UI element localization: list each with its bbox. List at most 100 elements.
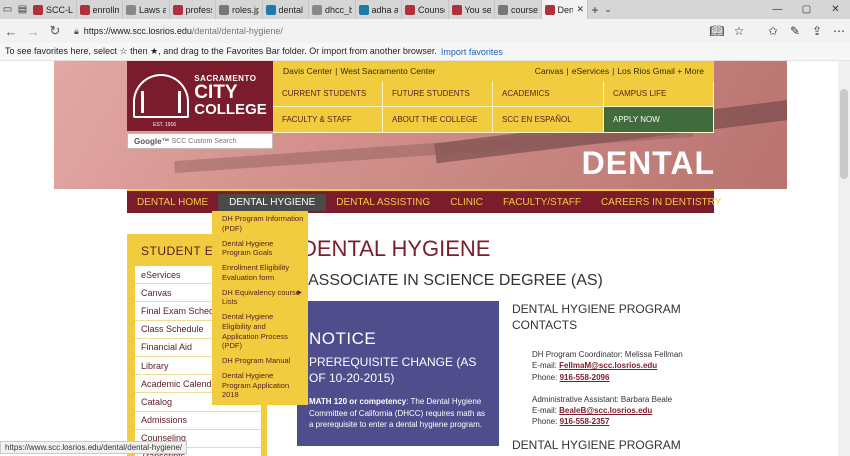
browser-tab[interactable]: adha annu bbox=[356, 0, 402, 19]
browser-tab[interactable]: roles.jpg bbox=[216, 0, 263, 19]
close-window-icon[interactable]: ✕ bbox=[821, 0, 850, 19]
utility-links-right: Canvas | eServices | Los Rios Gmail + More bbox=[535, 66, 704, 76]
window-controls: — ▢ ✕ bbox=[763, 0, 850, 19]
assistant-email-link[interactable]: BealeB@scc.losrios.edu bbox=[559, 406, 652, 415]
page-scrollbar[interactable] bbox=[838, 61, 850, 456]
tab-close-icon[interactable]: ✕ bbox=[576, 4, 584, 15]
minimize-icon[interactable]: — bbox=[763, 0, 792, 19]
tab-list-chevron-icon[interactable]: ⌄ bbox=[602, 0, 614, 19]
tab-label: Counselin bbox=[418, 4, 445, 15]
main-nav-item[interactable]: ACADEMICS bbox=[493, 81, 604, 107]
college-logo[interactable]: SACRAMENTO CITY COLLEGE EST. 1916 bbox=[127, 61, 273, 131]
main-nav-item[interactable]: CURRENT STUDENTS bbox=[273, 81, 383, 107]
coordinator-name: DH Program Coordinator: Melissa Fellman bbox=[532, 350, 683, 360]
lock-icon: 🔒︎ bbox=[74, 25, 79, 36]
utility-link[interactable]: West Sacramento Center bbox=[340, 66, 435, 76]
tab-label: SCC-LOGC bbox=[46, 4, 73, 15]
utility-link[interactable]: Davis Center bbox=[283, 66, 332, 76]
tab-favicon-icon bbox=[219, 4, 229, 15]
browser-tab[interactable]: Laws and I bbox=[123, 0, 170, 19]
tab-bar: ▭ ▤ SCC-LOGC enrollmen Laws and I professio… bbox=[0, 0, 850, 19]
import-favorites-link[interactable]: Import favorites bbox=[441, 47, 503, 57]
back-arrow-icon[interactable]: ← bbox=[0, 19, 22, 43]
tab-favicon-icon bbox=[358, 4, 369, 15]
tab-label: roles.jpg bbox=[232, 4, 259, 15]
tab-favicon-icon bbox=[312, 4, 322, 15]
utility-separator: | bbox=[612, 66, 615, 76]
scrollbar-thumb[interactable] bbox=[840, 89, 848, 179]
utility-link[interactable]: Los Rios Gmail + More bbox=[617, 66, 704, 76]
main-nav-item[interactable]: APPLY NOW bbox=[604, 107, 714, 133]
logo-established: EST. 1916 bbox=[153, 122, 177, 128]
more-menu-icon[interactable]: ⋯ bbox=[828, 24, 850, 38]
browser-tab[interactable]: Counselin bbox=[402, 0, 449, 19]
tab-actions-icon[interactable]: ▭ bbox=[0, 0, 15, 19]
tab-label: Laws and I bbox=[139, 4, 166, 15]
forward-arrow-icon[interactable]: → bbox=[22, 19, 44, 43]
browser-tab[interactable]: dental hyg bbox=[263, 0, 309, 19]
websites-title: DENTAL HYGIENE PROGRAM WEBSITES bbox=[512, 438, 681, 456]
browser-tab[interactable]: enrollmen bbox=[77, 0, 123, 19]
dropdown-item-label: DH Equivalency course Lists bbox=[222, 287, 300, 307]
dept-nav-item[interactable]: CLINIC bbox=[450, 197, 483, 208]
assistant-name: Administrative Assistant: Barbara Beale bbox=[532, 394, 673, 404]
dept-nav-item[interactable]: DENTAL ASSISTING bbox=[336, 197, 430, 208]
favorite-star-icon[interactable]: ☆ bbox=[728, 24, 750, 38]
dept-nav-item[interactable]: CAREERS IN DENTISTRY bbox=[601, 197, 721, 208]
sidebar-item[interactable]: Admissions bbox=[135, 412, 261, 430]
main-nav-item[interactable]: SCC EN ESPAÑOL bbox=[493, 107, 604, 133]
dept-nav-item[interactable]: DENTAL HOME bbox=[137, 197, 208, 208]
coordinator-contact: DH Program Coordinator: Melissa Fellman … bbox=[512, 349, 712, 383]
pen-icon[interactable]: ✎ bbox=[784, 24, 806, 38]
tab-strip: SCC-LOGC enrollmen Laws and I profession rol… bbox=[30, 0, 588, 19]
dropdown-item[interactable]: Dental Hygiene Program Goals bbox=[222, 239, 304, 259]
maximize-icon[interactable]: ▢ bbox=[792, 0, 821, 19]
tab-favicon-icon bbox=[498, 4, 508, 15]
submenu-arrow-icon: ▶ bbox=[297, 289, 302, 296]
tab-favicon-icon bbox=[544, 4, 555, 15]
browser-tools: 📖︎ ☆ ✩ ✎ ⇪ ⋯ bbox=[706, 24, 850, 38]
utility-link[interactable]: eServices bbox=[572, 66, 609, 76]
share-icon[interactable]: ⇪ bbox=[806, 24, 828, 38]
notice-box: NOTICE PREREQUISITE CHANGE (AS OF 10-20-… bbox=[297, 301, 499, 446]
dept-nav-item[interactable]: FACULTY/STAFF bbox=[503, 197, 581, 208]
tab-preview-icon[interactable]: ▤ bbox=[15, 0, 30, 19]
tab-favicon-icon bbox=[126, 4, 136, 15]
url-input[interactable]: 🔒︎ https://www.scc.losrios.edu/dental/de… bbox=[74, 21, 664, 41]
utility-links-left: Davis Center | West Sacramento Center bbox=[283, 66, 436, 76]
tab-favicon-icon bbox=[265, 4, 276, 15]
browser-tab[interactable]: dhcc_banr bbox=[309, 0, 356, 19]
web-page: DENTAL SACRAMENTO CITY COLLEGE EST. 1916… bbox=[0, 61, 838, 456]
refresh-icon[interactable]: ↻ bbox=[44, 19, 66, 43]
browser-tab[interactable]: profession bbox=[170, 0, 216, 19]
browser-tab[interactable]: course-sul bbox=[495, 0, 542, 19]
tab-label: dental hyg bbox=[278, 4, 306, 15]
url-path: /dental/dental-hygiene/ bbox=[191, 26, 283, 36]
dropdown-item[interactable]: Enrollment Eligibility Evaluation form bbox=[222, 263, 304, 283]
dropdown-item-label: Dental Hygiene Program Goals bbox=[222, 238, 274, 258]
main-nav-item[interactable]: FACULTY & STAFF bbox=[273, 107, 383, 133]
coordinator-phone-link[interactable]: 916-558-2096 bbox=[560, 373, 610, 382]
dropdown-item[interactable]: Dental Hygiene Program Application 2018 bbox=[222, 371, 304, 400]
dropdown-item[interactable]: DH Program Information (PDF) bbox=[222, 214, 304, 234]
dropdown-item[interactable]: Dental Hygiene Eligibility and Applicati… bbox=[222, 312, 304, 351]
assistant-phone-link[interactable]: 916-558-2357 bbox=[560, 417, 610, 426]
browser-tab[interactable]: Dental✕ bbox=[541, 0, 588, 19]
notice-title: NOTICE bbox=[309, 329, 377, 348]
browser-tab[interactable]: You search bbox=[449, 0, 495, 19]
utility-link[interactable]: Canvas bbox=[535, 66, 564, 76]
dropdown-item[interactable]: DH Program Manual bbox=[222, 356, 304, 366]
site-search-input[interactable]: Google™ SCC Custom Search bbox=[127, 133, 273, 149]
dept-nav-item[interactable]: DENTAL HYGIENE bbox=[218, 193, 327, 211]
main-nav-item[interactable]: CAMPUS LIFE bbox=[604, 81, 714, 107]
dropdown-item[interactable]: DH Equivalency course Lists ▶ bbox=[222, 288, 304, 308]
favorites-hub-icon[interactable]: ✩ bbox=[762, 24, 784, 38]
coordinator-email-link[interactable]: FellmaM@scc.losrios.edu bbox=[559, 361, 657, 370]
new-tab-button[interactable]: + bbox=[588, 0, 602, 19]
favorites-hint: To see favorites here, select ☆ then ★, … bbox=[5, 46, 437, 56]
main-nav-item[interactable]: ABOUT THE COLLEGE bbox=[383, 107, 493, 133]
reading-view-icon[interactable]: 📖︎ bbox=[706, 24, 728, 38]
browser-tab[interactable]: SCC-LOGC bbox=[30, 0, 77, 19]
main-nav-item[interactable]: FUTURE STUDENTS bbox=[383, 81, 493, 107]
contacts-title: DENTAL HYGIENE PROGRAM CONTACTS bbox=[512, 302, 681, 332]
